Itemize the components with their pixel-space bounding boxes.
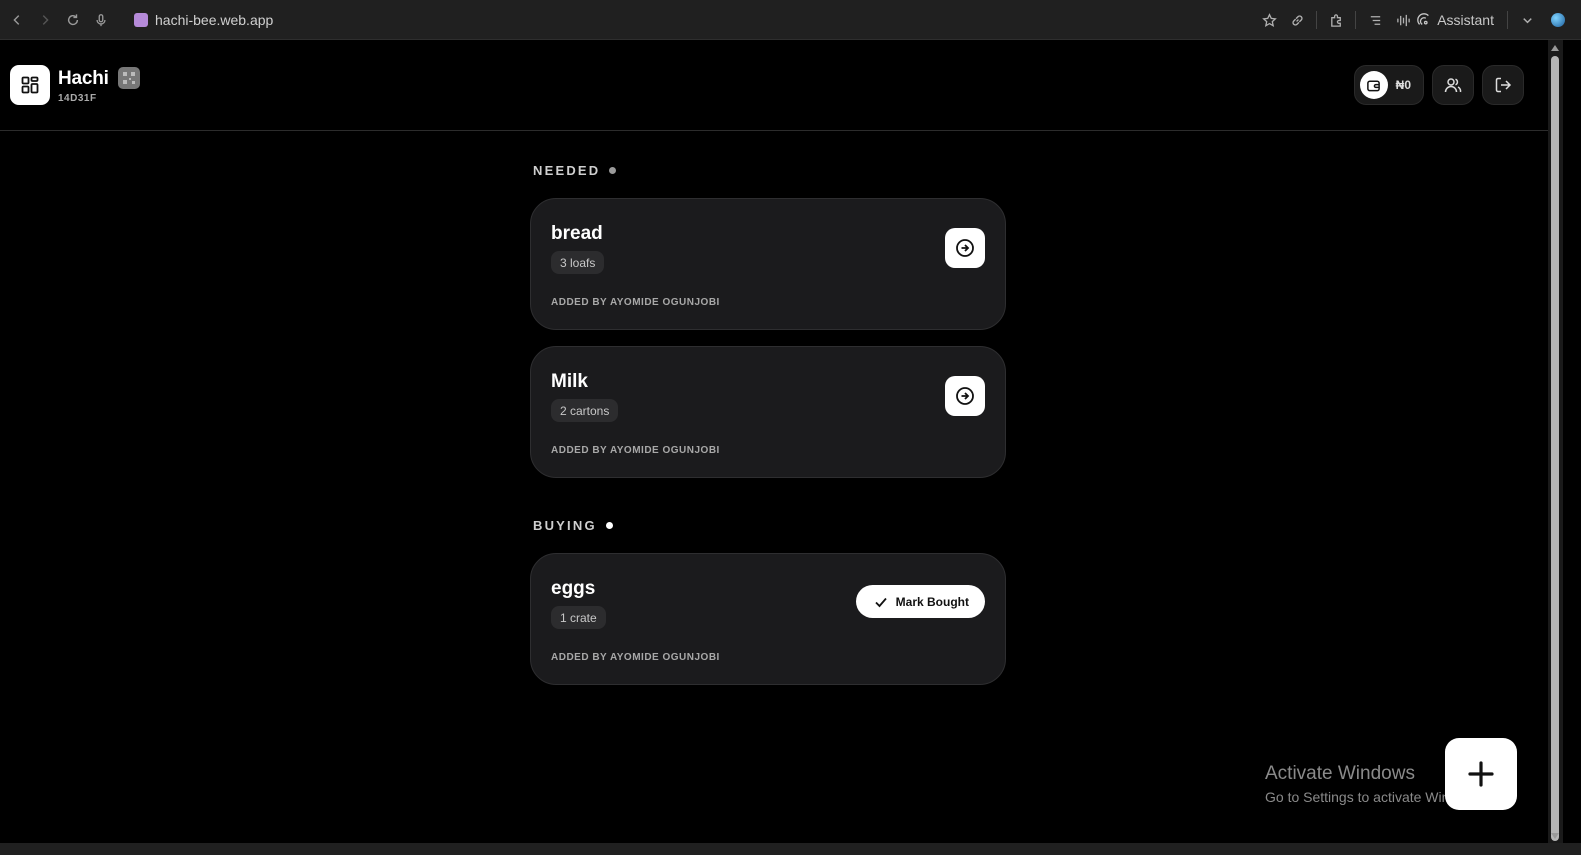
section-label-needed: NEEDED <box>533 163 617 178</box>
wallet-balance: ₦0 <box>1395 78 1411 92</box>
start-buying-button[interactable] <box>945 376 985 416</box>
reload-icon[interactable] <box>62 9 84 31</box>
wallet-icon <box>1359 71 1388 99</box>
toolbar-divider <box>1355 11 1357 29</box>
section-title: BUYING <box>533 518 597 533</box>
item-name: bread <box>551 223 603 244</box>
list-item: eggs 1 crate ADDED BY AYOMIDE OGUNJOBI M… <box>530 553 1006 685</box>
added-by: ADDED BY AYOMIDE OGUNJOBI <box>551 297 720 308</box>
mark-bought-button[interactable]: Mark Bought <box>855 585 985 618</box>
app-title: Hachi <box>58 68 109 89</box>
section-dot <box>605 522 613 529</box>
check-icon <box>875 597 887 607</box>
add-item-button[interactable] <box>1445 738 1517 810</box>
arrow-right-circle-icon <box>956 239 974 257</box>
item-name: eggs <box>551 578 596 599</box>
app-header: Hachi 14D31F ₦0 <box>0 40 1548 131</box>
item-name: Milk <box>551 371 588 392</box>
list-item: bread 3 loafs ADDED BY AYOMIDE OGUNJOBI <box>530 198 1006 330</box>
site-favicon-icon <box>134 12 148 27</box>
quantity-badge: 2 cartons <box>551 399 619 422</box>
assistant-button[interactable]: Assistant <box>1417 12 1494 28</box>
plus-icon <box>1468 761 1494 787</box>
section-title: NEEDED <box>533 163 601 178</box>
dashboard-icon[interactable] <box>10 65 50 105</box>
toolbar-divider <box>1316 11 1318 29</box>
toolbar-divider <box>1507 11 1508 29</box>
list-item: Milk 2 cartons ADDED BY AYOMIDE OGUNJOBI <box>530 346 1006 478</box>
reading-list-icon[interactable] <box>1361 6 1389 34</box>
profile-avatar[interactable] <box>1551 13 1565 27</box>
scroll-up-icon[interactable] <box>1551 45 1559 51</box>
audio-wave-icon[interactable] <box>1389 6 1417 34</box>
address-bar[interactable]: hachi-bee.web.app <box>134 12 273 28</box>
link-icon[interactable] <box>1283 6 1311 34</box>
logout-button[interactable] <box>1482 65 1524 105</box>
url-text: hachi-bee.web.app <box>155 11 274 28</box>
mark-bought-label: Mark Bought <box>895 594 969 609</box>
members-button[interactable] <box>1432 65 1474 105</box>
back-icon[interactable] <box>6 9 28 31</box>
qr-code-icon[interactable] <box>118 67 140 89</box>
forward-icon[interactable] <box>34 9 56 31</box>
arrow-right-circle-icon <box>956 387 974 405</box>
page-scrollbar[interactable] <box>1548 40 1563 843</box>
chevron-down-icon[interactable] <box>1513 6 1541 34</box>
section-label-buying: BUYING <box>533 518 613 533</box>
start-buying-button[interactable] <box>945 228 985 268</box>
window-bottom-edge <box>0 843 1581 855</box>
wallet-button[interactable]: ₦0 <box>1353 65 1424 105</box>
logout-icon <box>1495 77 1512 93</box>
browser-toolbar: hachi-bee.web.app Assistant <box>0 0 1581 40</box>
star-icon[interactable] <box>1255 6 1283 34</box>
scroll-down-icon[interactable] <box>1551 833 1559 839</box>
quantity-badge: 1 crate <box>551 606 606 629</box>
added-by: ADDED BY AYOMIDE OGUNJOBI <box>551 445 720 456</box>
assistant-label: Assistant <box>1437 12 1494 28</box>
users-icon <box>1444 78 1462 93</box>
quantity-badge: 3 loafs <box>551 251 605 274</box>
added-by: ADDED BY AYOMIDE OGUNJOBI <box>551 652 720 663</box>
section-dot <box>609 167 617 174</box>
microphone-icon[interactable] <box>90 9 112 31</box>
assistant-icon <box>1417 13 1430 25</box>
scroll-thumb[interactable] <box>1551 56 1559 841</box>
extensions-icon[interactable] <box>1322 6 1350 34</box>
group-code: 14D31F <box>58 93 97 104</box>
